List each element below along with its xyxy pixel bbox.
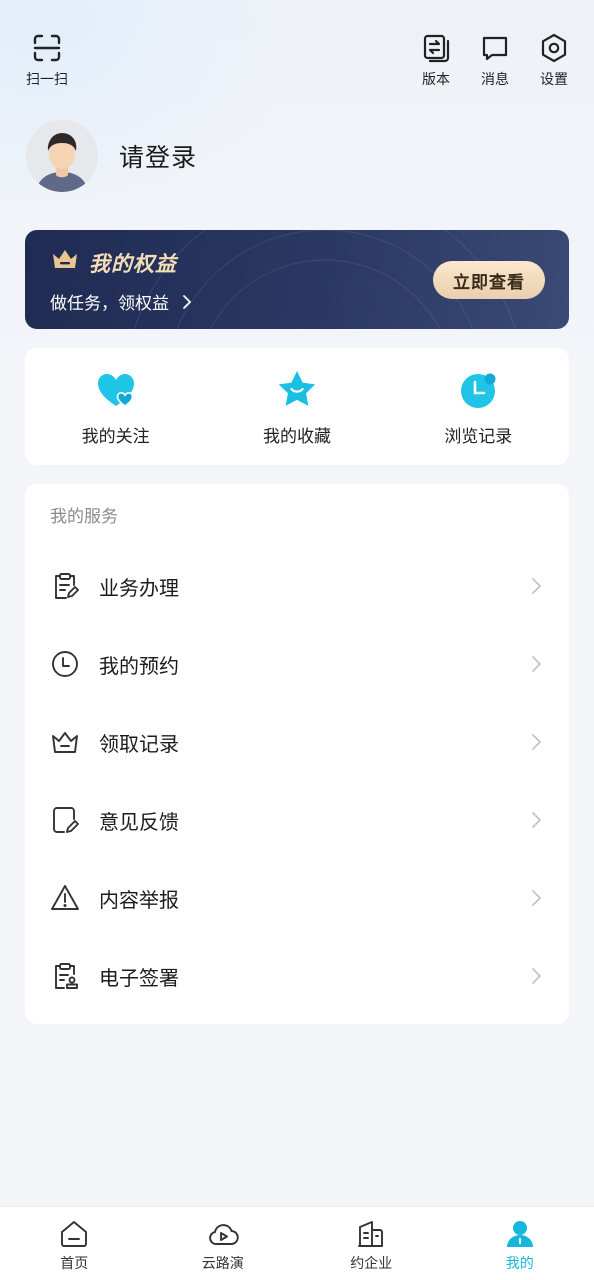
gear-icon: [541, 33, 567, 63]
settings-label: 设置: [540, 72, 568, 88]
version-label: 版本: [422, 72, 450, 88]
settings-button[interactable]: 设置: [524, 32, 584, 88]
avatar[interactable]: [26, 120, 98, 192]
benefits-title: 我的权益: [89, 252, 177, 276]
building-icon: [358, 1221, 384, 1247]
service-item-label: 内容举报: [99, 887, 179, 912]
note-edit-icon: [53, 807, 79, 833]
service-item-report[interactable]: 内容举报: [25, 859, 569, 937]
user-icon: [506, 1221, 533, 1247]
tab-label: 云路演: [201, 1256, 244, 1272]
service-item-label: 意见反馈: [99, 809, 179, 834]
scan-button[interactable]: 扫一扫: [17, 32, 77, 88]
version-button[interactable]: 版本: [406, 32, 466, 88]
scan-icon: [33, 34, 61, 62]
chevron-right-icon: [532, 890, 541, 906]
quick-link-follow[interactable]: 我的关注: [25, 348, 206, 465]
chevron-right-icon: [532, 968, 541, 984]
tab-label: 我的: [505, 1256, 534, 1272]
benefits-subtitle-text: 做任务，领权益: [50, 294, 169, 314]
crown-icon: [52, 732, 78, 753]
service-item-feedback[interactable]: 意见反馈: [25, 781, 569, 859]
service-item-business[interactable]: 业务办理: [25, 547, 569, 625]
message-label: 消息: [481, 72, 509, 88]
chevron-right-icon: [532, 578, 541, 594]
quick-link-favorites[interactable]: 我的收藏: [206, 348, 387, 465]
login-prompt[interactable]: 请登录: [119, 138, 197, 174]
quick-links-card: 我的关注 我的收藏 浏览记录: [25, 348, 569, 465]
home-icon: [61, 1221, 88, 1247]
services-title: 我的服务: [50, 507, 118, 527]
tab-label: 约企业: [350, 1256, 393, 1272]
profile-login[interactable]: 请登录: [26, 120, 197, 192]
crown-icon: [53, 250, 77, 268]
chevron-right-icon: [532, 656, 541, 672]
message-icon: [482, 36, 508, 61]
chevron-right-icon: [183, 294, 191, 309]
chevron-right-icon: [532, 734, 541, 750]
quick-link-label: 我的收藏: [262, 427, 331, 447]
heart-icon: [97, 374, 134, 407]
service-item-label: 业务办理: [99, 575, 179, 600]
quick-link-history[interactable]: 浏览记录: [388, 348, 569, 465]
tab-meet-companies[interactable]: 约企业: [297, 1207, 446, 1280]
service-item-label: 我的预约: [99, 653, 179, 678]
star-icon: [278, 371, 316, 406]
chevron-right-icon: [532, 812, 541, 828]
service-item-label: 电子签署: [99, 965, 179, 990]
default-avatar-icon: [26, 120, 98, 192]
clock-icon: [461, 373, 496, 408]
service-item-label: 领取记录: [99, 731, 179, 756]
quick-link-label: 浏览记录: [444, 427, 513, 447]
tab-cloud-roadshow[interactable]: 云路演: [149, 1207, 298, 1280]
benefits-subtitle[interactable]: 做任务，领权益: [50, 289, 193, 314]
view-benefits-button[interactable]: 立即查看: [433, 261, 545, 299]
benefits-banner[interactable]: 我的权益 做任务，领权益 立即查看: [25, 230, 569, 329]
tab-mine[interactable]: 我的: [446, 1207, 594, 1280]
tab-home[interactable]: 首页: [0, 1207, 149, 1280]
version-icon: [423, 34, 450, 63]
clipboard-seal-icon: [55, 963, 78, 989]
service-item-appointment[interactable]: 我的预约: [25, 625, 569, 703]
clipboard-edit-icon: [55, 573, 79, 599]
cloud-play-icon: [208, 1224, 239, 1245]
quick-link-label: 我的关注: [81, 427, 150, 447]
service-item-claim-records[interactable]: 领取记录: [25, 703, 569, 781]
bottom-tab-bar: 首页 云路演 约企业 我的: [0, 1206, 594, 1280]
clock-icon: [52, 651, 78, 677]
warning-icon: [51, 885, 79, 910]
services-card: 我的服务 业务办理 我的预约 领取记录 意见反馈 内容举报 电子签署: [25, 484, 569, 1024]
message-button[interactable]: 消息: [465, 32, 525, 88]
scan-label: 扫一扫: [26, 72, 68, 88]
tab-label: 首页: [60, 1256, 89, 1272]
service-item-e-signature[interactable]: 电子签署: [25, 937, 569, 1015]
